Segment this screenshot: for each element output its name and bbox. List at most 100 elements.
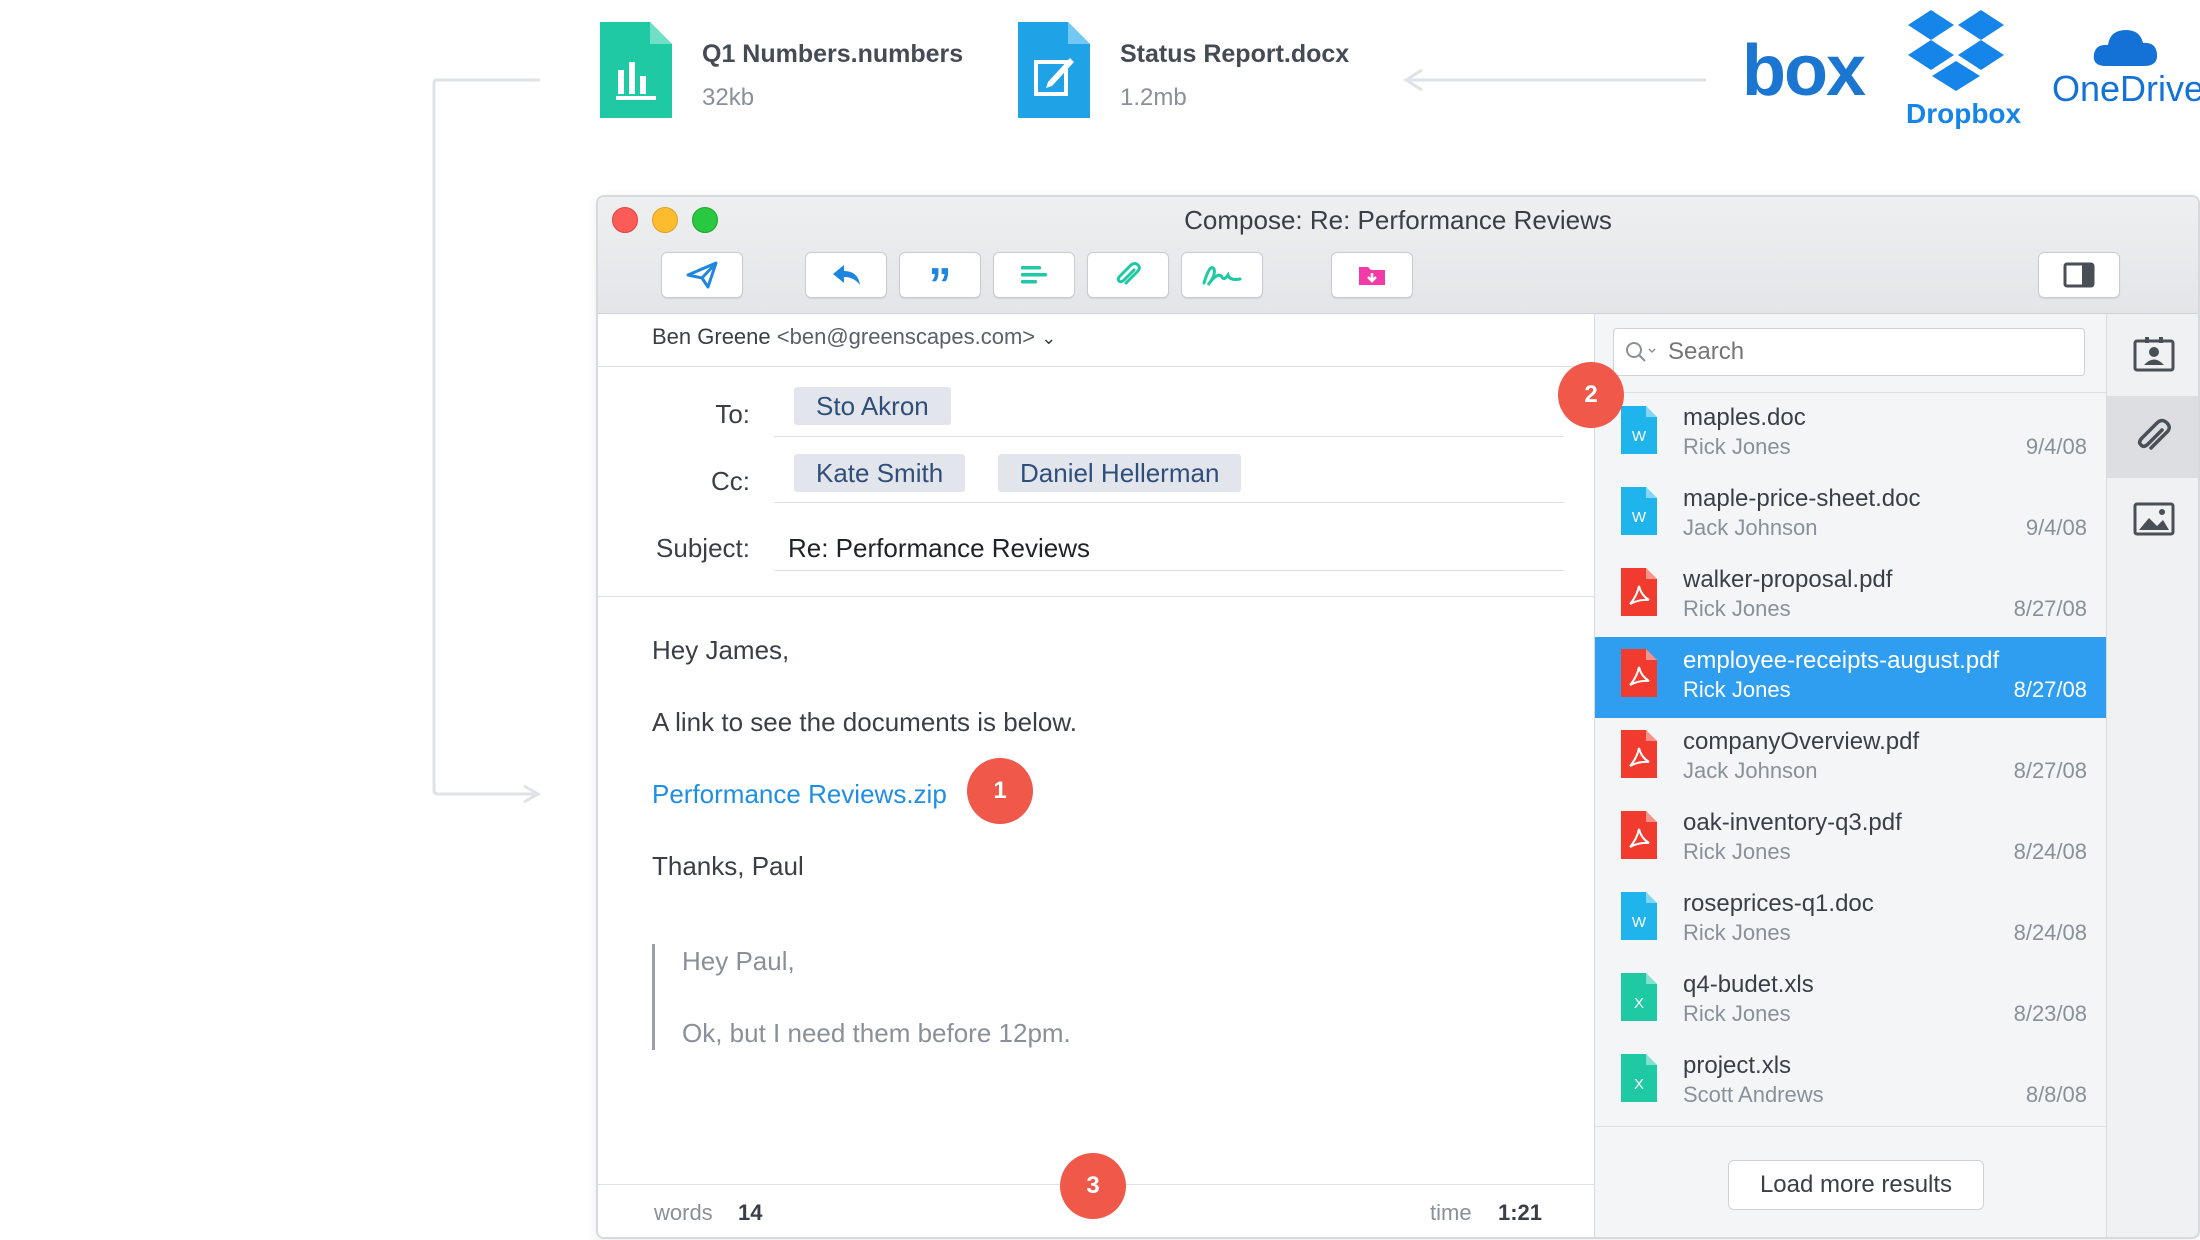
word-file-icon: W: [1621, 487, 1657, 535]
file-date: 9/4/08: [2025, 515, 2087, 540]
attachments-tab[interactable]: [2107, 396, 2198, 478]
divider: [1595, 1126, 2107, 1127]
file-name: maples.doc: [1683, 404, 1806, 431]
attachment-link[interactable]: Performance Reviews.zip: [652, 779, 947, 810]
svg-text:W: W: [1632, 428, 1647, 445]
attach-button[interactable]: [1087, 252, 1169, 298]
step-badge-2: 2: [1558, 362, 1624, 428]
file-name: oak-inventory-q3.pdf: [1683, 809, 1902, 836]
file-date: 8/27/08: [2013, 758, 2087, 783]
search-input[interactable]: [1666, 335, 2070, 369]
compose-pane: Ben Greene <ben@greenscapes.com> ⌄ To: S…: [598, 314, 1594, 1237]
save-folder-icon: [1359, 267, 1385, 285]
attach-icon: [1116, 262, 1141, 285]
file-row[interactable]: employee-receipts-august.pdf Rick Jones 8/…: [1595, 637, 2107, 718]
save-to-folder-button[interactable]: [1331, 252, 1413, 298]
subject-field[interactable]: Re: Performance Reviews: [788, 533, 1090, 564]
contacts-icon: [2133, 337, 2175, 372]
to-label: To:: [715, 399, 750, 429]
divider: [774, 436, 1564, 437]
body-line: A link to see the documents is below.: [652, 707, 1077, 737]
connector-bracket: [432, 78, 542, 804]
quoted-line: Ok, but I need them before 12pm.: [682, 1018, 1071, 1048]
send-button[interactable]: [661, 252, 743, 298]
file-row[interactable]: Wroseprices-q1.doc Rick Jones 8/24/08: [1595, 880, 2107, 961]
attachments-icon: [2137, 418, 2171, 450]
from-name: Ben Greene: [652, 324, 771, 349]
file-date: 8/27/08: [2013, 596, 2087, 621]
body-greeting: Hey James,: [652, 635, 790, 665]
load-more-button[interactable]: Load more results: [1728, 1160, 1984, 1210]
file-date: 8/24/08: [2013, 920, 2087, 945]
file-date: 9/4/08: [2025, 434, 2087, 459]
sidebar-toggle-button[interactable]: [2038, 252, 2120, 298]
contacts-tab[interactable]: [2107, 314, 2198, 396]
subject-label: Subject:: [656, 533, 750, 563]
images-icon: [2133, 502, 2175, 536]
numbers-file-icon: [600, 22, 672, 118]
step-badge-1: 1: [967, 758, 1033, 824]
excel-file-icon: X: [1621, 1054, 1657, 1102]
file-row[interactable]: Wmaple-price-sheet.doc Jack Johnson 9/4/08: [1595, 475, 2107, 556]
search-box[interactable]: [1613, 328, 2085, 376]
file-name: walker-proposal.pdf: [1683, 566, 1893, 593]
file-date: 8/23/08: [2013, 1001, 2087, 1026]
file-date: 8/8/08: [2025, 1082, 2087, 1107]
excel-file-icon: X: [1621, 973, 1657, 1021]
top-file-size: 32kb: [702, 84, 755, 111]
file-name: employee-receipts-august.pdf: [1683, 647, 2000, 674]
pdf-file-icon: [1621, 811, 1657, 859]
signature-button[interactable]: [1181, 252, 1263, 298]
format-icon: [1021, 266, 1047, 284]
file-owner: Rick Jones: [1683, 677, 1791, 702]
compose-window: Compose: Re: Performance Reviews ” Ben G…: [596, 195, 2200, 1239]
top-file-name: Status Report.docx: [1120, 40, 1350, 68]
file-name: q4-budet.xls: [1683, 971, 1814, 998]
file-owner: Rick Jones: [1683, 920, 1791, 945]
file-row[interactable]: Xq4-budet.xls Rick Jones 8/23/08: [1595, 961, 2107, 1042]
quoted-greeting: Hey Paul,: [682, 946, 795, 976]
svg-text:X: X: [1634, 1076, 1644, 1093]
images-tab[interactable]: [2107, 478, 2198, 560]
divider: [598, 366, 1594, 367]
recipient-chip[interactable]: Sto Akron: [794, 387, 951, 425]
file-row[interactable]: companyOverview.pdf Jack Johnson 8/27/08: [1595, 718, 2107, 799]
file-owner: Rick Jones: [1683, 434, 1791, 459]
cc-label: Cc:: [711, 466, 750, 496]
word-file-icon: W: [1621, 406, 1657, 454]
divider: [1595, 392, 2107, 393]
file-owner: Rick Jones: [1683, 839, 1791, 864]
onedrive-cloud-icon: [2093, 30, 2158, 66]
svg-text:X: X: [1634, 995, 1644, 1012]
time-value: 1:21: [1498, 1200, 1543, 1225]
top-file-size: 1.2mb: [1120, 84, 1187, 111]
file-row[interactable]: Wmaples.doc Rick Jones 9/4/08: [1595, 394, 2107, 475]
file-row[interactable]: walker-proposal.pdf Rick Jones 8/27/08: [1595, 556, 2107, 637]
top-file-name: Q1 Numbers.numbers: [702, 40, 964, 68]
format-button[interactable]: [993, 252, 1075, 298]
file-owner: Jack Johnson: [1683, 758, 1818, 783]
file-owner: Rick Jones: [1683, 596, 1791, 621]
file-date: 8/24/08: [2013, 839, 2087, 864]
file-owner: Rick Jones: [1683, 1001, 1791, 1026]
signature-icon: [1202, 266, 1242, 286]
onedrive-wordmark: OneDrive: [2052, 68, 2200, 109]
file-row[interactable]: oak-inventory-q3.pdf Rick Jones 8/24/08: [1595, 799, 2107, 880]
reply-button[interactable]: [805, 252, 887, 298]
cc-chip[interactable]: Kate Smith: [794, 454, 966, 492]
window-title: Compose: Re: Performance Reviews: [1184, 205, 1612, 235]
word-count-value: 14: [738, 1200, 763, 1225]
quote-button[interactable]: ”: [899, 252, 981, 307]
cc-chip[interactable]: Daniel Hellerman: [998, 454, 1242, 492]
svg-text:W: W: [1632, 914, 1647, 931]
file-row[interactable]: Xproject.xls Scott Andrews 8/8/08: [1595, 1042, 2107, 1123]
search-icon: [1626, 342, 1656, 362]
title-bar: Compose: Re: Performance Reviews ”: [598, 197, 2198, 314]
file-name: roseprices-q1.doc: [1683, 890, 1874, 917]
file-owner: Scott Andrews: [1683, 1082, 1824, 1107]
body-signoff: Thanks, Paul: [652, 851, 804, 881]
from-selector[interactable]: Ben Greene <ben@greenscapes.com> ⌄: [652, 324, 1056, 350]
word-count-label: words: [654, 1200, 713, 1225]
word-file-icon: W: [1621, 892, 1657, 940]
dropbox-icon: [1908, 10, 2004, 91]
